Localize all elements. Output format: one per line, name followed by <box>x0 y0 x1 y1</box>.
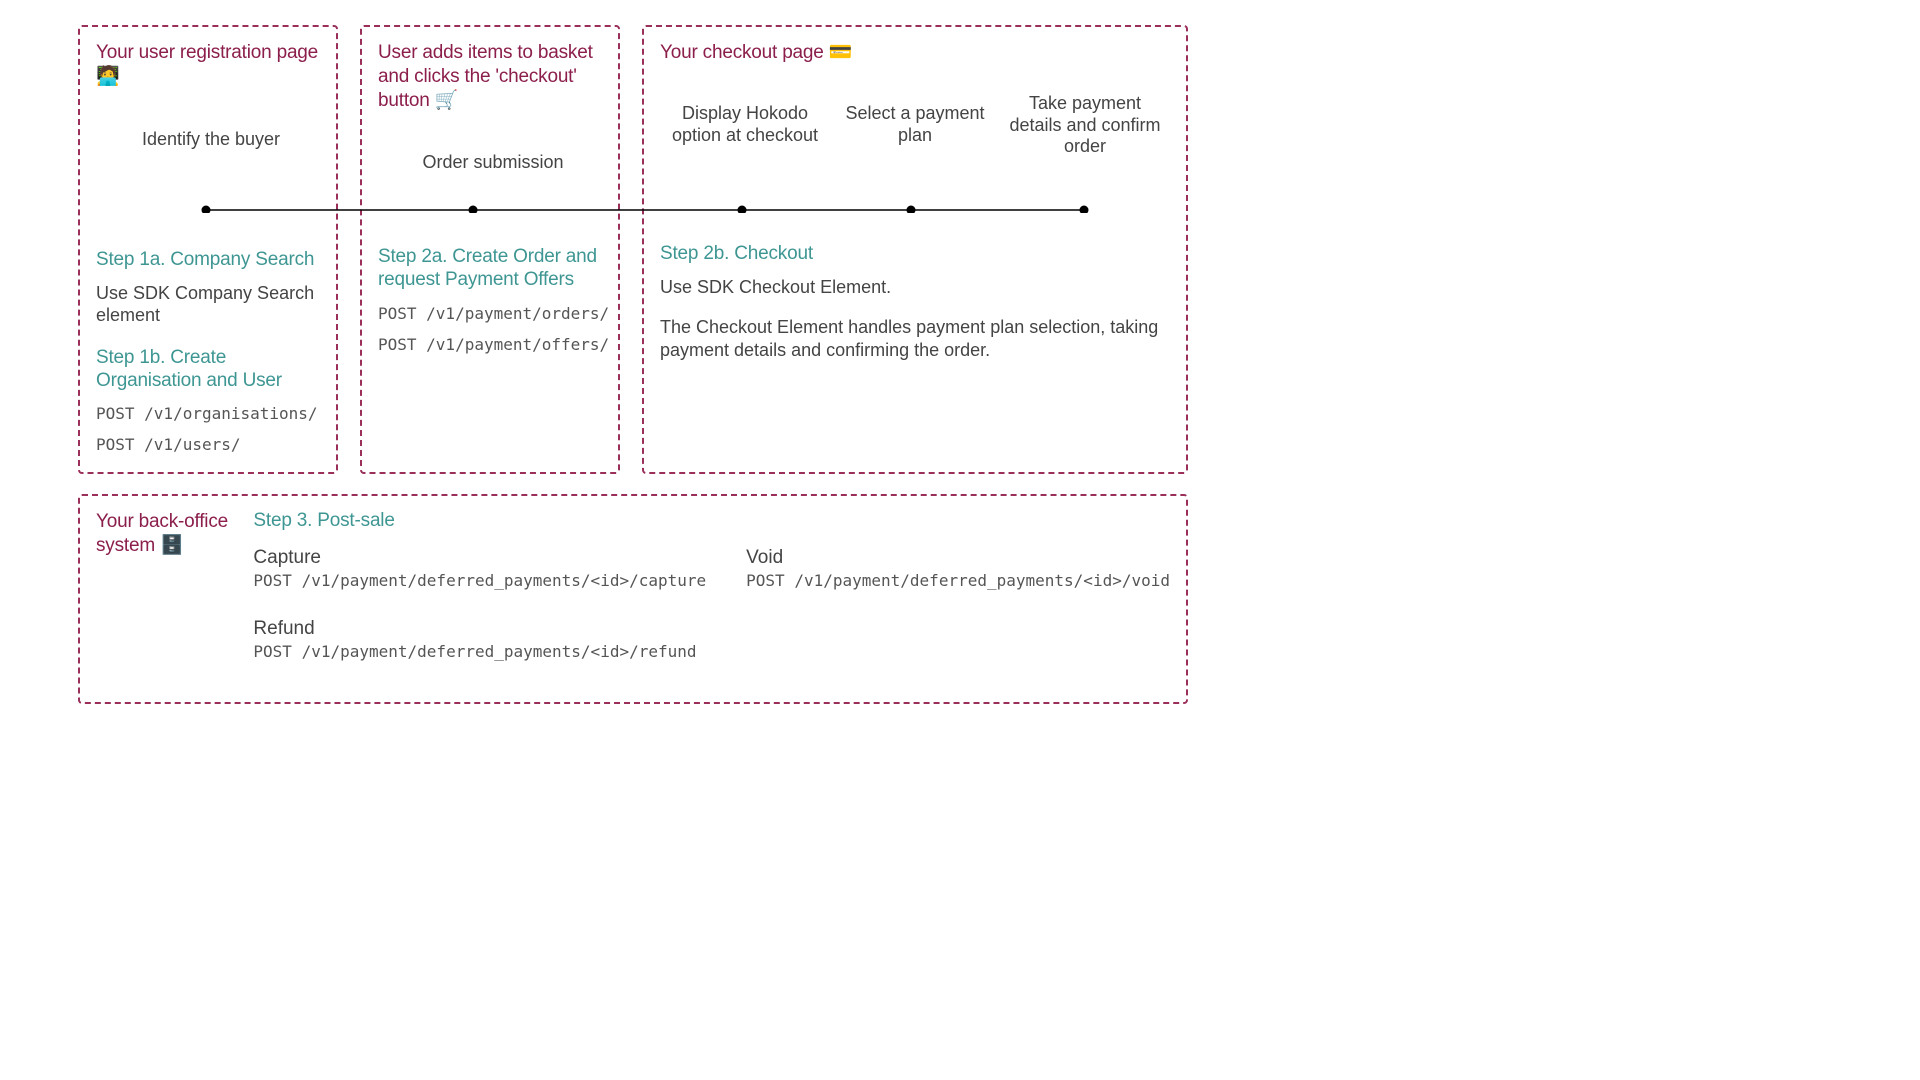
step-3-title: Step 3. Post-sale <box>253 510 1170 533</box>
step-1a-body: Use SDK Company Search element <box>96 282 320 327</box>
post-sale-action-void: Void POST /v1/payment/deferred_payments/… <box>746 547 1170 590</box>
phase-post-sale: Your back-office system 🗄️ Step 3. Post-… <box>78 494 1188 704</box>
post-sale-action-capture: Capture POST /v1/payment/deferred_paymen… <box>253 547 706 590</box>
timeline-label-select-plan: Select a payment plan <box>830 103 1000 179</box>
phase-title: Your checkout page 💳 <box>660 41 1170 85</box>
timeline-label-identify-buyer: Identify the buyer <box>126 129 296 151</box>
endpoint: POST /v1/payment/offers/ <box>378 335 602 354</box>
step-2a-title: Step 2a. Create Order and request Paymen… <box>378 246 602 292</box>
endpoint: POST /v1/organisations/ <box>96 404 320 423</box>
phase-title: User adds items to basket and clicks the… <box>378 41 602 112</box>
endpoint: POST /v1/users/ <box>96 435 320 454</box>
phase-basket-checkout: User adds items to basket and clicks the… <box>360 25 620 474</box>
phases-row: Your user registration page 🧑‍💻 Identify… <box>78 25 1188 474</box>
step-2b-title: Step 2b. Checkout <box>660 243 1170 266</box>
endpoint: POST /v1/payment/deferred_payments/<id>/… <box>253 642 696 661</box>
step-2b-body: Use SDK Checkout Element. <box>660 276 1170 299</box>
step-2b-body-2: The Checkout Element handles payment pla… <box>660 316 1170 361</box>
action-name: Capture <box>253 547 706 569</box>
timeline-label-take-payment: Take payment details and confirm order <box>1000 93 1170 179</box>
action-name: Void <box>746 547 1170 569</box>
endpoint: POST /v1/payment/deferred_payments/<id>/… <box>746 571 1170 590</box>
action-name: Refund <box>253 618 696 640</box>
post-sale-action-refund: Refund POST /v1/payment/deferred_payment… <box>253 618 696 661</box>
phase-checkout-page: Your checkout page 💳 Display Hokodo opti… <box>642 25 1188 474</box>
step-1a-title: Step 1a. Company Search <box>96 249 320 272</box>
integration-flow-diagram: Your user registration page 🧑‍💻 Identify… <box>78 25 1188 704</box>
timeline-label-display-hokodo: Display Hokodo option at checkout <box>660 103 830 179</box>
endpoint: POST /v1/payment/orders/ <box>378 304 602 323</box>
phase-title: Your back-office system 🗄️ <box>96 510 253 558</box>
timeline-label-order-submission: Order submission <box>408 152 578 174</box>
step-1b-title: Step 1b. Create Organisation and User <box>96 347 320 393</box>
phase-registration: Your user registration page 🧑‍💻 Identify… <box>78 25 338 474</box>
phase-title: Your user registration page 🧑‍💻 <box>96 41 320 111</box>
endpoint: POST /v1/payment/deferred_payments/<id>/… <box>253 571 706 590</box>
